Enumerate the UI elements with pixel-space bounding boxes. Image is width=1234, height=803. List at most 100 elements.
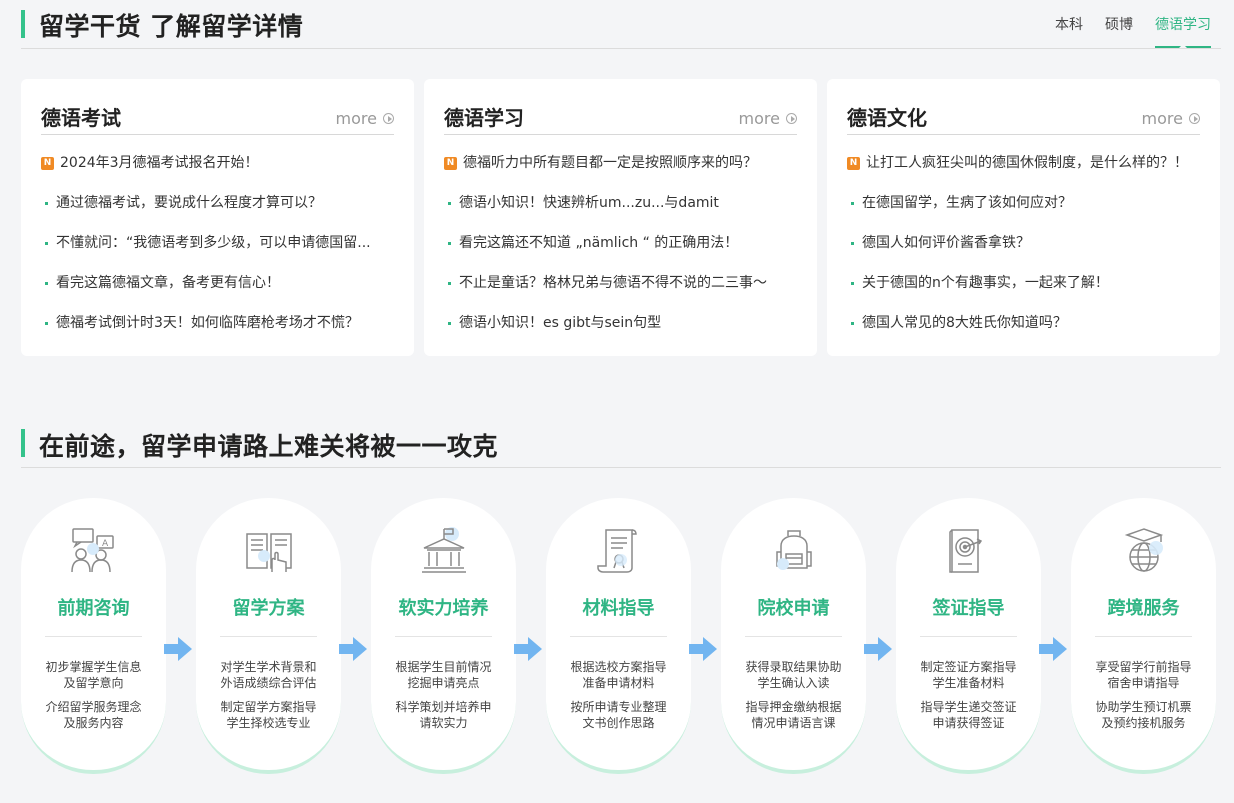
bullet-icon	[45, 281, 48, 285]
list-item[interactable]: N 德福听力中所有题目都一定是按照顺序来的吗？	[444, 143, 797, 183]
service-desc: 指导学生递交签证 申请获得签证	[920, 700, 1017, 730]
arrow-right-icon	[689, 637, 717, 661]
list-item[interactable]: 德语小知识！es gibt与sein句型	[444, 303, 797, 343]
list-item[interactable]: 不止是童话？格林兄弟与德语不得不说的二三事～	[444, 263, 797, 303]
tab-german-learning[interactable]: 德语学习	[1155, 14, 1211, 48]
arrow-right-icon	[514, 637, 542, 661]
service-desc: 获得录取结果协助 学生确认入读	[745, 660, 842, 690]
bullet-icon	[851, 321, 854, 325]
article-card-german-learning: 德语学习 more N 德福听力中所有题目都一定是按照顺序来的吗？ 德语小知识！快…	[424, 79, 817, 356]
arrow-right-icon	[339, 637, 367, 661]
service-desc: 按所申请专业整理 文书创作思路	[570, 700, 667, 730]
service-desc: 制定留学方案指导 学生择校选专业	[220, 700, 317, 730]
card-header: 德语考试 more	[41, 99, 394, 135]
card-title: 德语学习	[444, 106, 524, 130]
service-step-visa[interactable]: 签证指导 制定签证方案指导 学生准备材料 指导学生递交签证 申请获得签证	[896, 498, 1041, 774]
globe-graduation-icon	[1119, 526, 1169, 576]
service-step-plan[interactable]: 留学方案 对学生学术背景和 外语成绩综合评估 制定留学方案指导 学生择校选专业	[196, 498, 341, 774]
section-title: 留学干货 了解留学详情	[39, 12, 304, 41]
list-item[interactable]: 看完这篇还不知道 „nämlich “ 的正确用法！	[444, 223, 797, 263]
list-item[interactable]: N 让打工人疯狂尖叫的德国休假制度，是什么样的？！	[847, 143, 1200, 183]
new-badge: N	[847, 156, 860, 170]
document-scroll-icon	[594, 526, 644, 576]
bullet-icon	[45, 241, 48, 245]
divider	[45, 636, 142, 637]
divider	[570, 636, 667, 637]
card-header: 德语文化 more	[847, 99, 1200, 135]
card-header: 德语学习 more	[444, 99, 797, 135]
consult-icon: A	[69, 526, 119, 576]
play-circle-icon	[786, 113, 797, 124]
service-desc: 根据选校方案指导 准备申请材料	[570, 660, 667, 690]
service-title: 材料指导	[582, 598, 655, 619]
play-circle-icon	[383, 113, 394, 124]
service-desc: 根据学生目前情况 挖掘申请亮点	[395, 660, 492, 690]
article-list: N 德福听力中所有题目都一定是按照顺序来的吗？ 德语小知识！快速辨析um...zu…	[444, 143, 797, 343]
service-desc: 科学策划并培养申 请软实力	[395, 700, 492, 730]
list-item[interactable]: 在德国留学，生病了该如何应对？	[847, 183, 1200, 223]
divider	[920, 636, 1017, 637]
card-title: 德语考试	[41, 106, 121, 130]
service-desc: 初步掌握学生信息 及留学意向	[45, 660, 142, 690]
article-list: N 2024年3月德福考试报名开始！ 通过德福考试，要说成什么程度才算可以？ 不懂…	[41, 143, 394, 343]
tab-undergraduate[interactable]: 本科	[1055, 14, 1083, 48]
new-badge: N	[41, 156, 54, 170]
tab-graduate[interactable]: 硕博	[1105, 14, 1133, 48]
bullet-icon	[448, 241, 451, 245]
plan-book-icon	[244, 526, 294, 576]
section-title: 在前途，留学申请路上难关将被一一攻克	[39, 432, 499, 461]
service-step-consultation[interactable]: A 前期咨询 初步掌握学生信息 及留学意向 介绍留学服务理念 及服务内容	[21, 498, 166, 774]
service-title: 院校申请	[757, 598, 830, 619]
service-desc: 协助学生预订机票 及预约接机服务	[1095, 700, 1192, 730]
divider	[220, 636, 317, 637]
institution-icon	[419, 526, 469, 576]
bullet-icon	[45, 201, 48, 205]
service-desc: 享受留学行前指导 宿舍申请指导	[1095, 660, 1192, 690]
list-item[interactable]: 德福考试倒计时3天！如何临阵磨枪考场才不慌？	[41, 303, 394, 343]
divider	[395, 636, 492, 637]
list-item[interactable]: 看完这篇德福文章，备考更有信心！	[41, 263, 394, 303]
article-card-german-exam: 德语考试 more N 2024年3月德福考试报名开始！ 通过德福考试，要说成什么…	[21, 79, 414, 356]
bullet-icon	[851, 241, 854, 245]
svg-text:A: A	[102, 539, 109, 549]
bullet-icon	[851, 201, 854, 205]
service-step-application[interactable]: 院校申请 获得录取结果协助 学生确认入读 指导押金缴纳根据 情况申请语言课	[721, 498, 866, 774]
service-step-materials[interactable]: 材料指导 根据选校方案指导 准备申请材料 按所申请专业整理 文书创作思路	[546, 498, 691, 774]
more-link[interactable]: more	[739, 109, 797, 128]
bullet-icon	[448, 281, 451, 285]
service-desc: 介绍留学服务理念 及服务内容	[45, 700, 142, 730]
list-item[interactable]: 关于德国的n个有趣事实，一起来了解！	[847, 263, 1200, 303]
arrow-right-icon	[1039, 637, 1067, 661]
more-link[interactable]: more	[1142, 109, 1200, 128]
arrow-right-icon	[864, 637, 892, 661]
service-desc: 制定签证方案指导 学生准备材料	[920, 660, 1017, 690]
service-title: 签证指导	[932, 598, 1005, 619]
section-header-application-process: 在前途，留学申请路上难关将被一一攻克	[21, 419, 1221, 468]
section-header-study-tips: 留学干货 了解留学详情 本科 硕博 德语学习	[21, 0, 1221, 49]
backpack-icon	[769, 526, 819, 576]
list-item[interactable]: 德国人常见的8大姓氏你知道吗？	[847, 303, 1200, 343]
list-item[interactable]: 不懂就问：“我德语考到多少级，可以申请德国留...	[41, 223, 394, 263]
bullet-icon	[448, 321, 451, 325]
service-step-soft-skills[interactable]: 软实力培养 根据学生目前情况 挖掘申请亮点 科学策划并培养申 请软实力	[371, 498, 516, 774]
service-title: 前期咨询	[57, 598, 130, 619]
list-item[interactable]: 德语小知识！快速辨析um...zu...与damit	[444, 183, 797, 223]
section-accent-bar	[21, 10, 25, 38]
service-desc: 对学生学术背景和 外语成绩综合评估	[220, 660, 317, 690]
service-title: 跨境服务	[1107, 598, 1180, 619]
list-item[interactable]: 通过德福考试，要说成什么程度才算可以？	[41, 183, 394, 223]
article-list: N 让打工人疯狂尖叫的德国休假制度，是什么样的？！ 在德国留学，生病了该如何应对？…	[847, 143, 1200, 343]
divider	[745, 636, 842, 637]
visa-target-icon	[944, 526, 994, 576]
list-item[interactable]: 德国人如何评价酱香拿铁？	[847, 223, 1200, 263]
section-accent-bar	[21, 429, 25, 457]
category-tabs: 本科 硕博 德语学习	[1055, 14, 1211, 48]
card-title: 德语文化	[847, 106, 927, 130]
bullet-icon	[448, 201, 451, 205]
service-desc: 指导押金缴纳根据 情况申请语言课	[745, 700, 842, 730]
article-card-german-culture: 德语文化 more N 让打工人疯狂尖叫的德国休假制度，是什么样的？！ 在德国留学…	[827, 79, 1220, 356]
more-link[interactable]: more	[336, 109, 394, 128]
arrow-right-icon	[164, 637, 192, 661]
list-item[interactable]: N 2024年3月德福考试报名开始！	[41, 143, 394, 183]
service-step-cross-border[interactable]: 跨境服务 享受留学行前指导 宿舍申请指导 协助学生预订机票 及预约接机服务	[1071, 498, 1216, 774]
